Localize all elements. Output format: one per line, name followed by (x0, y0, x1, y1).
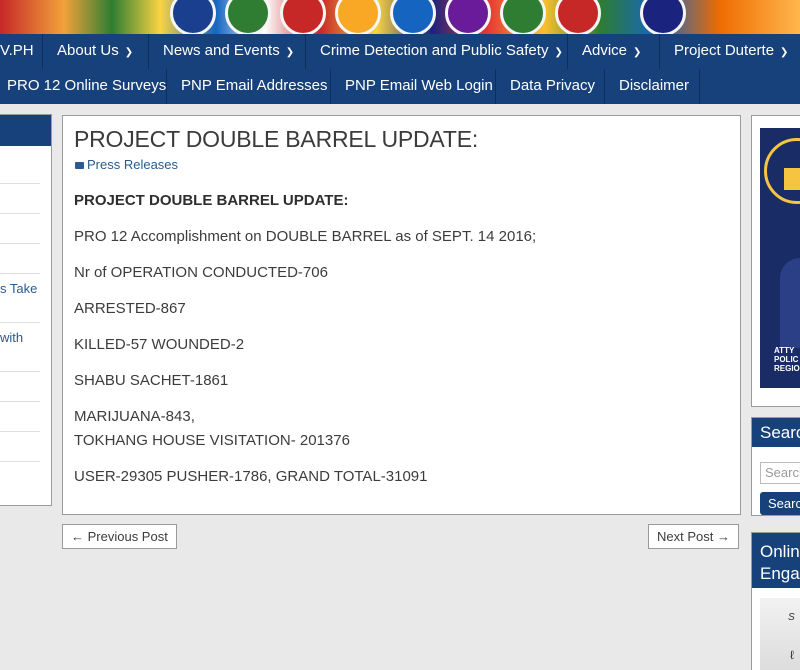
article-category[interactable]: Press Releases (75, 157, 178, 172)
next-post-button[interactable]: Next Post → (648, 524, 739, 549)
chevron-down-icon: ❯ (285, 47, 295, 58)
seal-logo (555, 0, 601, 34)
nav-item-advice[interactable]: Advice ❯ (568, 34, 660, 69)
widget-title-line: Online (760, 542, 800, 561)
nav-item-email-addresses[interactable]: PNP Email Addresses (167, 69, 331, 104)
seal-logo (640, 0, 686, 34)
nav-label: About Us (57, 42, 119, 59)
article-card: PROJECT DOUBLE BARREL UPDATE: Press Rele… (62, 115, 741, 515)
divider (0, 431, 40, 432)
article-paragraph: MARIJUANA-843, (74, 408, 195, 425)
seal-logo (225, 0, 271, 34)
seal-logo (390, 0, 436, 34)
header-banner (0, 0, 800, 34)
left-sidebar: s Take with (0, 114, 52, 506)
chevron-down-icon: ❯ (554, 47, 563, 58)
article-paragraph: SHABU SACHET-1861 (74, 372, 229, 389)
online-engagement-widget: Online Engag S ℓ (751, 532, 800, 670)
divider (0, 243, 40, 244)
divider (0, 322, 40, 323)
divider (0, 183, 40, 184)
portrait-silhouette (780, 258, 800, 348)
search-input[interactable]: Search (760, 462, 800, 484)
article-paragraph: TOKHANG HOUSE VISITATION- 201376 (74, 432, 350, 449)
nav-label: PNP Email Web Login (345, 77, 493, 94)
sidebar-header (0, 115, 51, 146)
divider (0, 401, 40, 402)
article-paragraph: KILLED-57 WOUNDED-2 (74, 336, 245, 353)
secondary-nav: PRO 12 Online Surveys PNP Email Addresse… (0, 69, 800, 104)
seal-logo (500, 0, 546, 34)
online-engagement-title: Online Engag (752, 533, 800, 588)
nav-item-crime-detection[interactable]: Crime Detection and Public Safety ❯ (306, 34, 568, 69)
seal-logo (170, 0, 216, 34)
poster-widget: ATTY POLIC REGIO (751, 115, 800, 407)
poster-caption: ATTY POLIC REGIO (774, 346, 800, 373)
nav-item-news-events[interactable]: News and Events ❯ (149, 34, 306, 69)
primary-nav: V.PH About Us ❯ News and Events ❯ Crime De… (0, 34, 800, 70)
sidebar-link[interactable]: with (0, 330, 23, 345)
divider (0, 213, 40, 214)
nav-item-about-us[interactable]: About Us ❯ (43, 34, 149, 69)
divider (0, 371, 40, 372)
shield-icon (784, 168, 800, 190)
nav-label: V.PH (0, 42, 34, 59)
nav-item-home[interactable]: V.PH (0, 34, 43, 69)
nav-label: Crime Detection and Public Safety (320, 42, 549, 59)
nav-item-project-duterte[interactable]: Project Duterte ❯ (660, 34, 800, 69)
nav-label: Project Duterte (674, 42, 775, 59)
search-button[interactable]: Search (760, 492, 800, 515)
article-heading: PROJECT DOUBLE BARREL UPDATE: (74, 192, 349, 209)
divider (0, 461, 40, 462)
chevron-down-icon: ❯ (124, 47, 134, 58)
seal-logo (445, 0, 491, 34)
nav-item-data-privacy[interactable]: Data Privacy (496, 69, 605, 104)
category-link[interactable]: Press Releases (87, 157, 178, 172)
poster-line: REGIO (774, 364, 800, 373)
seal-logo (335, 0, 381, 34)
nav-label: Advice (582, 42, 628, 59)
search-widget: Search Search Search (751, 417, 800, 516)
script-mark: S (788, 612, 795, 623)
engagement-banner-image[interactable]: S ℓ (760, 598, 800, 670)
nav-item-disclaimer[interactable]: Disclaimer (605, 69, 700, 104)
article-paragraph: ARRESTED-867 (74, 300, 186, 317)
chevron-down-icon: ❯ (780, 47, 789, 58)
folder-icon (75, 162, 84, 169)
chevron-down-icon: ❯ (633, 47, 642, 58)
seal-logo (280, 0, 326, 34)
nav-item-online-surveys[interactable]: PRO 12 Online Surveys (0, 69, 167, 104)
nav-label: PRO 12 Online Surveys (7, 77, 167, 94)
article-paragraph: PRO 12 Accomplishment on DOUBLE BARREL a… (74, 228, 537, 245)
nav-label: Disclaimer (619, 77, 690, 94)
search-widget-title: Search (752, 418, 800, 447)
article-paragraph: USER-29305 PUSHER-1786, GRAND TOTAL-3109… (74, 468, 428, 485)
article-title: PROJECT DOUBLE BARREL UPDATE: (74, 126, 479, 152)
poster-line: POLIC (774, 355, 799, 364)
previous-post-button[interactable]: ← Previous Post (62, 524, 177, 549)
article-paragraph: Nr of OPERATION CONDUCTED-706 (74, 264, 328, 281)
nav-label: PNP Email Addresses (181, 77, 328, 94)
campaign-poster[interactable]: ATTY POLIC REGIO (760, 128, 800, 388)
poster-line: ATTY (774, 346, 795, 355)
nav-label: Data Privacy (510, 77, 596, 94)
script-mark: ℓ (790, 648, 794, 662)
widget-title-line: Engag (760, 564, 800, 583)
sidebar-link[interactable]: s Take (0, 281, 37, 296)
nav-item-email-web-login[interactable]: PNP Email Web Login (331, 69, 496, 104)
nav-label: News and Events (163, 42, 280, 59)
divider (0, 273, 40, 274)
